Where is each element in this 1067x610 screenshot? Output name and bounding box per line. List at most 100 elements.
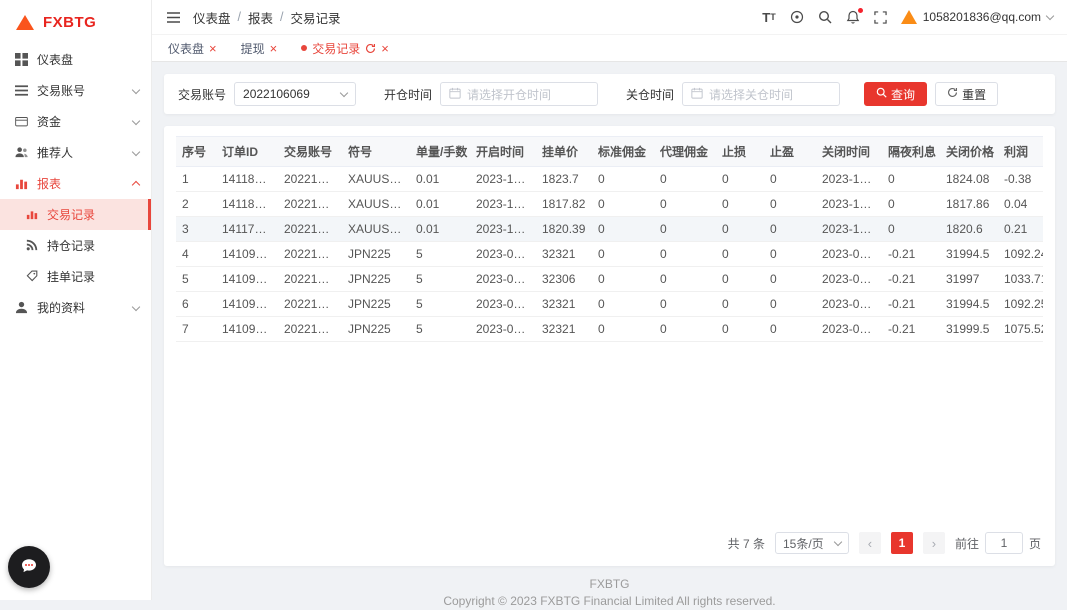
table-cell: 2023-09-2... <box>816 267 882 292</box>
tab-withdrawal[interactable]: 提现 × <box>241 40 278 57</box>
fullscreen-icon[interactable] <box>874 11 887 24</box>
app-window: FXBTG 仪表盘 交易账号 资金 <box>0 0 1067 600</box>
table-cell: 0 <box>716 167 764 192</box>
table-cell: 1092.24 <box>998 242 1043 267</box>
table-row[interactable]: 4141096672022106069JPN22552023-09-2...32… <box>176 242 1043 267</box>
reset-button[interactable]: 重置 <box>935 82 998 106</box>
next-page-button[interactable]: › <box>923 532 945 554</box>
brand-logo[interactable]: FXBTG <box>0 0 151 44</box>
sidebar-item-reports[interactable]: 报表 <box>0 168 151 199</box>
person-icon <box>14 301 28 315</box>
table-cell: 0 <box>764 242 816 267</box>
table-row[interactable]: 6141095912022106069JPN22552023-09-2...32… <box>176 292 1043 317</box>
table-row[interactable]: 1141182092022106069XAUUSD.v0.012023-10-0… <box>176 167 1043 192</box>
table-cell: 0 <box>764 192 816 217</box>
goto-page-input[interactable] <box>985 532 1023 554</box>
table-cell: 0 <box>764 217 816 242</box>
wallet-icon <box>14 115 28 129</box>
table-cell: 2023-10-0... <box>816 217 882 242</box>
table-cell: 0.01 <box>410 192 470 217</box>
table-cell: 0 <box>764 292 816 317</box>
language-icon[interactable]: TT <box>762 10 775 25</box>
account-select[interactable]: 2022106069 <box>234 82 356 106</box>
table-cell: 0.21 <box>998 217 1043 242</box>
table-row[interactable]: 3141171612022106069XAUUSD.v0.012023-10-0… <box>176 217 1043 242</box>
chat-widget-button[interactable] <box>8 546 50 588</box>
sidebar-item-pending-order-records[interactable]: 挂单记录 <box>0 261 151 292</box>
sidebar-item-position-records[interactable]: 持仓记录 <box>0 230 151 261</box>
table-scroll-area[interactable]: 序号订单ID交易账号符号单量/手数开启时间挂单价标准佣金代理佣金止损止盈关闭时间… <box>176 136 1043 523</box>
sidebar-item-trading-accounts[interactable]: 交易账号 <box>0 75 151 106</box>
page-number-current[interactable]: 1 <box>891 532 913 554</box>
table-cell: 1075.52 <box>998 317 1043 342</box>
user-menu[interactable]: 1058201836@qq.com <box>901 10 1053 24</box>
target-icon[interactable] <box>790 10 804 24</box>
page-size-value: 15条/页 <box>783 535 824 552</box>
search-icon[interactable] <box>818 10 832 24</box>
breadcrumb-item-reports[interactable]: 报表 <box>248 8 273 27</box>
chat-bubble-icon <box>19 556 39 579</box>
sidebar-item-label: 资金 <box>37 113 61 130</box>
table-cell: 14109667 <box>216 242 278 267</box>
table-cell: 0 <box>716 242 764 267</box>
sidebar-item-trade-records[interactable]: 交易记录 <box>0 199 151 230</box>
users-icon <box>14 146 28 160</box>
sidebar-item-label: 我的资料 <box>37 299 85 316</box>
page-content: 交易账号 2022106069 开仓时间 请选择开仓时间 关仓时间 <box>152 62 1067 600</box>
table-cell: 2023-10-0... <box>470 167 536 192</box>
table-cell: JPN225 <box>342 292 410 317</box>
close-icon[interactable]: × <box>381 42 389 55</box>
hamburger-menu-icon[interactable] <box>166 11 181 24</box>
close-icon[interactable]: × <box>270 42 278 55</box>
sidebar-item-funds[interactable]: 资金 <box>0 106 151 137</box>
table-row[interactable]: 5141095922022106069JPN22552023-09-2...32… <box>176 267 1043 292</box>
sidebar-item-label: 挂单记录 <box>47 268 95 285</box>
table-row[interactable]: 7141095902022106069JPN22552023-09-2...32… <box>176 317 1043 342</box>
table-cell: 2023-10-0... <box>470 192 536 217</box>
table-cell: -0.21 <box>882 317 940 342</box>
table-cell: 32306 <box>536 267 592 292</box>
sidebar-item-my-profile[interactable]: 我的资料 <box>0 292 151 323</box>
table-cell: 2023-09-2... <box>470 267 536 292</box>
table-cell: 2022106069 <box>278 292 342 317</box>
sidebar-item-referrers[interactable]: 推荐人 <box>0 137 151 168</box>
table-cell: 2022106069 <box>278 167 342 192</box>
search-button[interactable]: 查询 <box>864 82 927 106</box>
breadcrumb-item-dashboard[interactable]: 仪表盘 <box>193 8 231 27</box>
breadcrumb: 仪表盘 / 报表 / 交易记录 <box>193 8 341 27</box>
table-cell: 6 <box>176 292 216 317</box>
goto-label: 前往 <box>955 535 979 552</box>
tab-label: 交易记录 <box>312 40 360 57</box>
footer-copyright: Copyright © 2023 FXBTG Financial Limited… <box>164 593 1055 610</box>
reset-button-label: 重置 <box>962 86 986 103</box>
table-cell: 1817.86 <box>940 192 998 217</box>
prev-page-button[interactable]: ‹ <box>859 532 881 554</box>
chevron-up-icon <box>132 180 140 188</box>
chevron-down-icon <box>132 116 140 124</box>
calendar-icon <box>449 87 461 102</box>
table-cell: 31994.5 <box>940 242 998 267</box>
table-cell: 32321 <box>536 242 592 267</box>
sidebar: FXBTG 仪表盘 交易账号 资金 <box>0 0 152 600</box>
table-cell: XAUUSD.v <box>342 167 410 192</box>
chart-records-icon <box>26 208 39 221</box>
close-time-date-input[interactable]: 请选择关仓时间 <box>682 82 840 106</box>
close-icon[interactable]: × <box>209 42 217 55</box>
tab-trade-records[interactable]: 交易记录 × <box>301 40 389 57</box>
table-cell: 14117161 <box>216 217 278 242</box>
table-cell: 0 <box>592 217 654 242</box>
refresh-icon[interactable] <box>365 43 376 54</box>
table-cell: 5 <box>410 242 470 267</box>
chevron-down-icon <box>132 147 140 155</box>
breadcrumb-item-current: 交易记录 <box>291 8 341 27</box>
table-cell: JPN225 <box>342 267 410 292</box>
bell-icon[interactable] <box>846 10 860 24</box>
table-row[interactable]: 2141180012022106069XAUUSD.v0.012023-10-0… <box>176 192 1043 217</box>
table-cell: 0 <box>716 317 764 342</box>
open-time-placeholder: 请选择开仓时间 <box>467 86 551 103</box>
tab-dashboard[interactable]: 仪表盘 × <box>168 40 217 57</box>
open-time-date-input[interactable]: 请选择开仓时间 <box>440 82 598 106</box>
sidebar-item-dashboard[interactable]: 仪表盘 <box>0 44 151 75</box>
page-size-select[interactable]: 15条/页 <box>775 532 849 554</box>
table-cell: 2023-09-2... <box>816 292 882 317</box>
